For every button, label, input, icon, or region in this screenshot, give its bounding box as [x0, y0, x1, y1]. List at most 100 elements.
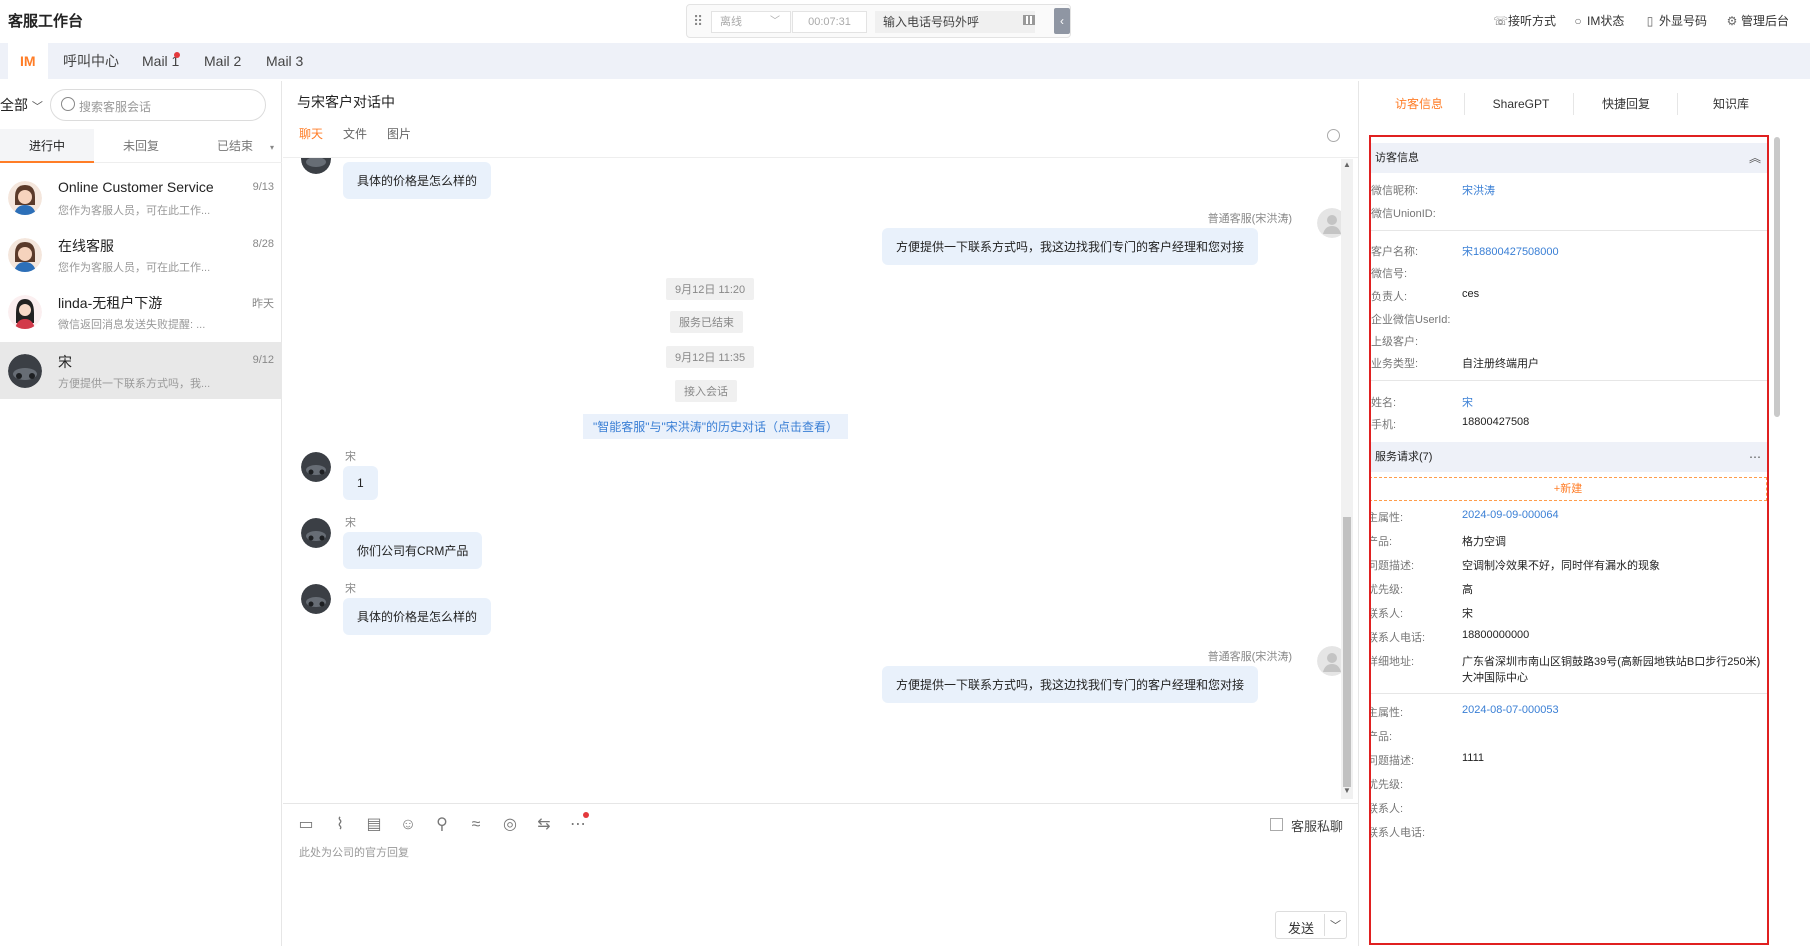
- tab-quick-reply[interactable]: 快捷回复: [1574, 81, 1678, 127]
- conversation-item[interactable]: 宋 9/12 方便提供一下联系方式吗，我...: [0, 342, 282, 399]
- more-icon[interactable]: ⋯: [1749, 442, 1761, 472]
- tab-ended[interactable]: 已结束: [188, 129, 282, 163]
- phone-wave-icon: ☏: [1493, 14, 1509, 28]
- wechat-nickname[interactable]: 宋洪涛: [1462, 182, 1495, 198]
- answer-mode-menu[interactable]: ☏接听方式: [1493, 12, 1556, 29]
- keypad-icon[interactable]: [1023, 15, 1035, 25]
- tab-knowledge-base[interactable]: 知识库: [1679, 81, 1783, 127]
- status-circle-icon: ○: [1574, 14, 1582, 28]
- request-id[interactable]: 2024-08-07-000053: [1462, 704, 1559, 716]
- private-chat-checkbox[interactable]: [1270, 818, 1283, 831]
- avatar: [8, 181, 42, 215]
- conversation-status-tabs: 进行中 未回复 已结束 ▾: [0, 129, 282, 163]
- attachment-icon[interactable]: ⌇: [331, 816, 349, 834]
- conversation-date: 9/12: [252, 354, 274, 366]
- system-message: 服务已结束: [670, 311, 743, 333]
- message-scrollbar[interactable]: ▲ ▼: [1341, 159, 1353, 799]
- conversation-search[interactable]: 搜索客服会话: [50, 89, 266, 121]
- visitor-phone: 18800427508: [1462, 416, 1530, 428]
- outbound-number-menu[interactable]: ▯ 外显号码: [1644, 12, 1707, 29]
- tab-im[interactable]: IM: [8, 43, 48, 79]
- scroll-up-arrow[interactable]: ▲: [1343, 161, 1351, 169]
- tab-mail-1[interactable]: Mail 1: [130, 43, 191, 79]
- contact-phone-value: 18800000000: [1462, 629, 1530, 641]
- conversation-date: 9/13: [252, 181, 274, 193]
- drag-handle-icon[interactable]: ⠿: [693, 13, 703, 29]
- transfer-user-icon[interactable]: ⚲: [433, 816, 451, 834]
- scroll-down-arrow[interactable]: ▼: [1343, 787, 1351, 795]
- visitor-info-header[interactable]: 访客信息 ︽: [1371, 143, 1767, 173]
- conversation-item[interactable]: 在线客服 8/28 您作为客服人员，可在此工作...: [0, 226, 282, 283]
- service-requests-header: 服务请求(7) ⋯: [1371, 442, 1767, 472]
- field-label: 联系人电话:: [1369, 632, 1426, 644]
- admin-console-label: 管理后台: [1741, 14, 1790, 28]
- field-label: 微信昵称:: [1371, 185, 1419, 197]
- tab-images[interactable]: 图片: [387, 125, 411, 142]
- private-chat-label: 客服私聊: [1291, 819, 1344, 834]
- sender-name: 宋: [345, 517, 356, 529]
- tab-in-progress[interactable]: 进行中: [0, 129, 94, 163]
- wave-icon[interactable]: ≈: [467, 816, 485, 834]
- more-icon[interactable]: ⋯: [569, 816, 587, 834]
- send-button[interactable]: 发送 ﹀: [1275, 911, 1347, 939]
- channel-tabs: IM 呼叫中心 Mail 1 Mail 2 Mail 3: [0, 43, 1810, 79]
- timestamp: 9月12日 11:35: [666, 346, 755, 368]
- visitor-name[interactable]: 宋: [1462, 394, 1473, 410]
- request-id[interactable]: 2024-09-09-000064: [1462, 509, 1559, 521]
- contact-value: 宋: [1462, 608, 1473, 620]
- field-label: 联系人:: [1369, 608, 1404, 620]
- image-icon[interactable]: ▭: [297, 816, 315, 834]
- message-list[interactable]: 具体的价格是怎么样的 普通客服(宋洪涛) 方便提供一下联系方式吗，我这边找我们专…: [283, 157, 1358, 802]
- switch-icon[interactable]: ⇆: [535, 816, 553, 834]
- message-input[interactable]: 此处为公司的官方回复: [299, 844, 409, 860]
- tab-mail-2[interactable]: Mail 2: [192, 43, 253, 79]
- search-icon[interactable]: [1327, 129, 1340, 142]
- document-icon[interactable]: ▤: [365, 816, 383, 834]
- conversation-item[interactable]: linda-无租户下游 昨天 微信返回消息发送失败提醒: ...: [0, 283, 282, 340]
- field-label: 主属性:: [1369, 707, 1404, 719]
- collapse-up-icon[interactable]: ︽: [1749, 143, 1761, 173]
- search-input[interactable]: 搜索客服会话: [79, 98, 151, 115]
- field-label: 企业微信UserId:: [1371, 314, 1451, 326]
- info-scrollbar[interactable]: [1774, 137, 1780, 417]
- chevron-down-icon[interactable]: ﹀: [1330, 917, 1341, 933]
- outbound-number-label: 外显号码: [1659, 14, 1708, 28]
- im-status-menu[interactable]: ○ IM状态: [1572, 12, 1624, 29]
- agent-status-select[interactable]: 离线 ﹀: [711, 11, 791, 33]
- field-label: 优先级:: [1369, 584, 1404, 596]
- tab-sharegpt[interactable]: ShareGPT: [1469, 81, 1573, 127]
- conversation-item[interactable]: Online Customer Service 9/13 您作为客服人员，可在此…: [0, 169, 282, 226]
- field-label: 手机:: [1371, 419, 1397, 431]
- dial-input[interactable]: 输入电话号码外呼: [875, 11, 1035, 33]
- filter-dropdown[interactable]: 全部 ﹀: [0, 95, 43, 115]
- message-bubble: 你们公司有CRM产品: [343, 532, 483, 569]
- field-label: 优先级:: [1369, 779, 1404, 791]
- app-title: 客服工作台: [8, 13, 84, 30]
- tab-call-center[interactable]: 呼叫中心: [51, 43, 131, 79]
- conversation-sidebar: 全部 ﹀ 搜索客服会话 进行中 未回复 已结束 ▾ Online Custome…: [0, 81, 282, 946]
- tab-chat[interactable]: 聊天: [299, 125, 323, 142]
- avatar: [301, 518, 331, 548]
- emoji-icon[interactable]: ☺: [399, 816, 417, 834]
- customer-name[interactable]: 宋18800427508000: [1462, 243, 1559, 259]
- tab-files[interactable]: 文件: [343, 125, 367, 142]
- field-label: 详细地址:: [1369, 656, 1415, 668]
- history-link[interactable]: "智能客服"与"宋洪涛"的历史对话（点击查看）: [583, 414, 849, 439]
- field-label: 业务类型:: [1371, 358, 1419, 370]
- message-bubble: 方便提供一下联系方式吗，我这边找我们专门的客户经理和您对接: [881, 228, 1258, 265]
- circle-icon[interactable]: ◎: [501, 816, 519, 834]
- scroll-thumb[interactable]: [1343, 517, 1351, 787]
- conversation-name: Online Customer Service: [58, 179, 214, 195]
- field-label: 产品:: [1369, 731, 1393, 743]
- admin-console-link[interactable]: ⚙ 管理后台: [1726, 12, 1789, 29]
- field-label: 产品:: [1369, 536, 1393, 548]
- collapse-toolbar-button[interactable]: ‹: [1054, 8, 1070, 34]
- tab-mail-3[interactable]: Mail 3: [254, 43, 315, 79]
- tab-visitor-info[interactable]: 访客信息: [1367, 81, 1471, 127]
- description-value: 1111: [1462, 752, 1485, 764]
- field-label: 负责人:: [1371, 291, 1408, 303]
- section-title: 服务请求(7): [1375, 451, 1433, 463]
- sender-name: 普通客服(宋洪涛): [1207, 213, 1292, 225]
- new-request-button[interactable]: +新建: [1371, 477, 1767, 501]
- tab-unreplied[interactable]: 未回复: [94, 129, 188, 163]
